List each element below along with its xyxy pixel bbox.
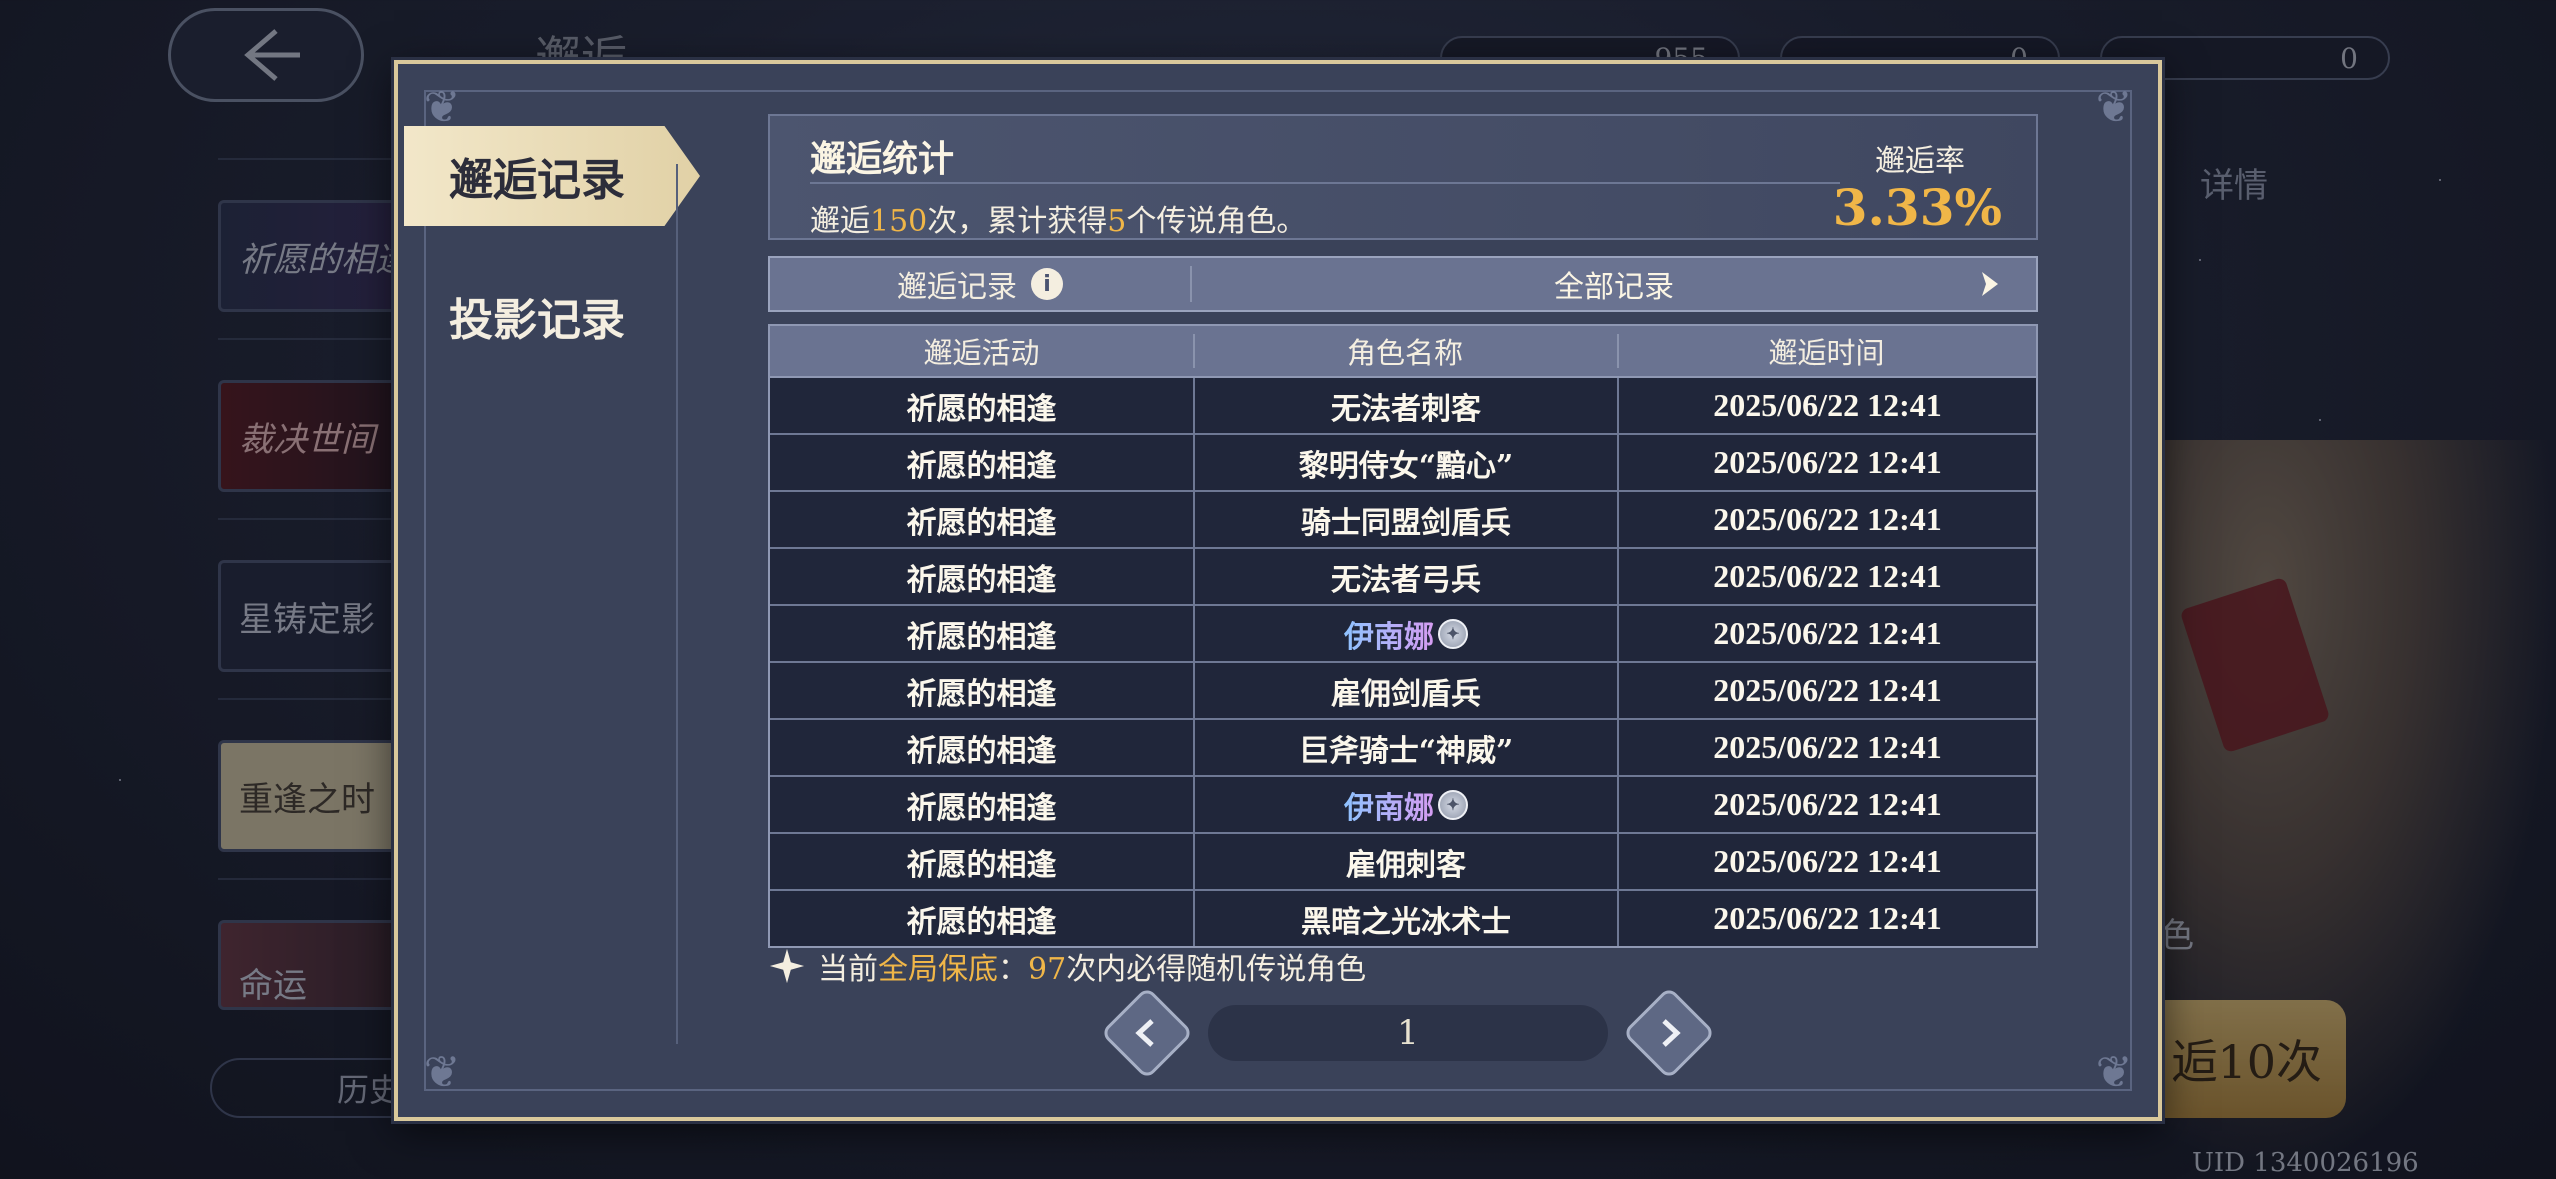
tab-label: 邂逅记录 <box>449 155 625 206</box>
cell-activity: 祈愿的相逢 <box>906 505 1057 541</box>
character-name: 巨斧骑士“神威” <box>1298 733 1514 769</box>
cell-name: 雇佣刺客 <box>1193 834 1617 889</box>
character-name: 黎明侍女“黯心” <box>1298 448 1514 484</box>
tab-encounter-records[interactable]: 邂逅记录 <box>404 126 700 226</box>
pity-prefix: 当前 <box>818 952 878 987</box>
stats-summary: 邂逅150次，累计获得5个传说角色。 <box>810 196 1306 240</box>
cell-time: 2025/06/22 12:41 <box>1617 777 2036 832</box>
pull-count: 150 <box>870 204 928 239</box>
table-row: 祈愿的相逢 巨斧骑士“神威” 2025/06/22 12:41 <box>770 720 2036 777</box>
cell-activity: 祈愿的相逢 <box>906 676 1057 712</box>
cell-name: 雇佣剑盾兵 <box>1193 663 1617 718</box>
records-table: 邂逅活动 角色名称 邂逅时间 祈愿的相逢 无法者刺客 2025/06/22 12:4… <box>768 324 2038 948</box>
pagination: 1 <box>1100 986 1716 1080</box>
cell-name: 伊南娜 ✦ <box>1193 777 1617 832</box>
records-dialog: ❦ ❦ ❦ ❦ 邂逅记录 投影记录 邂逅统计 邂逅150次，累计获得5个传说角色… <box>394 60 2162 1121</box>
cell-time: 2025/06/22 12:41 <box>1617 549 2036 604</box>
column-header-activity: 邂逅活动 <box>923 336 1040 370</box>
corner-ornament-icon: ❦ <box>2095 1047 2133 1098</box>
summary-prefix: 邂逅 <box>810 204 870 239</box>
cell-time: 2025/06/22 12:41 <box>1617 834 2036 889</box>
tab-label: 投影记录 <box>449 295 625 346</box>
column-header-time: 邂逅时间 <box>1617 326 2036 376</box>
table-row: 祈愿的相逢 伊南娜 ✦ 2025/06/22 12:41 <box>770 606 2036 663</box>
summary-mid: 次，累计获得 <box>927 204 1108 239</box>
filter-bar: 邂逅记录 i 全部记录 <box>768 256 2038 312</box>
rate-value: 3.33% <box>1832 178 2002 237</box>
chevron-left-icon <box>1135 1019 1154 1047</box>
table-row: 祈愿的相逢 无法者弓兵 2025/06/22 12:41 <box>770 549 2036 606</box>
table-body: 祈愿的相逢 无法者刺客 2025/06/22 12:41 祈愿的相逢 黎明侍女“黯心” 2… <box>770 378 2036 946</box>
column-header-name: 角色名称 <box>1193 326 1617 376</box>
cell-time: 2025/06/22 12:41 <box>1617 606 2036 661</box>
corner-ornament-icon: ❦ <box>2095 82 2133 133</box>
legend-count: 5 <box>1107 204 1127 239</box>
table-row: 祈愿的相逢 黎明侍女“黯心” 2025/06/22 12:41 <box>770 435 2036 492</box>
character-name: 无法者刺客 <box>1331 391 1481 427</box>
cell-name: 无法者刺客 <box>1193 378 1617 433</box>
table-row: 祈愿的相逢 雇佣剑盾兵 2025/06/22 12:41 <box>770 663 2036 720</box>
left-nav: 邂逅记录 投影记录 <box>398 64 700 1117</box>
cell-activity: 祈愿的相逢 <box>906 619 1057 655</box>
character-name: 骑士同盟剑盾兵 <box>1301 505 1511 541</box>
table-row: 祈愿的相逢 雇佣刺客 2025/06/22 12:41 <box>770 834 2036 891</box>
rate-label: 邂逅率 <box>1875 144 1965 179</box>
legend-badge-icon: ✦ <box>1438 789 1468 820</box>
stats-title: 邂逅统计 <box>810 138 955 180</box>
pity-notice: 当前全局保底：97次内必得随机传说角色 <box>768 944 1366 988</box>
cell-time: 2025/06/22 12:41 <box>1617 378 2036 433</box>
cell-activity: 祈愿的相逢 <box>906 391 1057 427</box>
cell-name: 黑暗之光冰术士 <box>1193 891 1617 946</box>
cell-activity: 祈愿的相逢 <box>906 448 1057 484</box>
cell-activity: 祈愿的相逢 <box>906 904 1057 940</box>
prev-page-button[interactable] <box>1100 986 1194 1080</box>
pity-colon: ： <box>998 952 1028 987</box>
character-name: 雇佣刺客 <box>1346 847 1466 883</box>
character-name: 无法者弓兵 <box>1331 562 1481 598</box>
pity-highlight: 全局保底 <box>878 952 998 987</box>
stats-card: 邂逅统计 邂逅150次，累计获得5个传说角色。 邂逅率 3.33% <box>768 114 2038 240</box>
legend-badge-icon: ✦ <box>1438 618 1468 649</box>
cell-time: 2025/06/22 12:41 <box>1617 435 2036 490</box>
table-row: 祈愿的相逢 无法者刺客 2025/06/22 12:41 <box>770 378 2036 435</box>
character-name: 雇佣剑盾兵 <box>1331 676 1481 712</box>
table-row: 祈愿的相逢 伊南娜 ✦ 2025/06/22 12:41 <box>770 777 2036 834</box>
sparkle-icon <box>769 948 805 984</box>
character-name: 伊南娜 <box>1344 783 1434 827</box>
chevron-right-icon <box>1982 272 1998 296</box>
cell-time: 2025/06/22 12:41 <box>1617 891 2036 946</box>
cell-time: 2025/06/22 12:41 <box>1617 720 2036 775</box>
character-name: 黑暗之光冰术士 <box>1301 904 1511 940</box>
tab-projection-records[interactable]: 投影记录 <box>404 266 700 366</box>
character-name: 伊南娜 <box>1344 612 1434 656</box>
cell-name: 黎明侍女“黯心” <box>1193 435 1617 490</box>
filter-label-group: 邂逅记录 i <box>770 266 1192 305</box>
table-row: 祈愿的相逢 骑士同盟剑盾兵 2025/06/22 12:41 <box>770 492 2036 549</box>
cell-name: 骑士同盟剑盾兵 <box>1193 492 1617 547</box>
record-filter-dropdown[interactable]: 全部记录 <box>1192 258 2036 310</box>
next-page-button[interactable] <box>1622 986 1716 1080</box>
summary-suffix: 个传说角色。 <box>1126 204 1307 239</box>
filter-label: 邂逅记录 <box>897 270 1017 305</box>
divider <box>810 182 1840 184</box>
cell-activity: 祈愿的相逢 <box>906 790 1057 826</box>
page-number: 1 <box>1208 1005 1608 1061</box>
cell-time: 2025/06/22 12:41 <box>1617 492 2036 547</box>
table-row: 祈愿的相逢 黑暗之光冰术士 2025/06/22 12:41 <box>770 891 2036 946</box>
cell-activity: 祈愿的相逢 <box>906 733 1057 769</box>
cell-time: 2025/06/22 12:41 <box>1617 663 2036 718</box>
info-icon[interactable]: i <box>1031 268 1063 300</box>
cell-name: 无法者弓兵 <box>1193 549 1617 604</box>
nav-divider <box>676 164 678 1044</box>
cell-name: 巨斧骑士“神威” <box>1193 720 1617 775</box>
chevron-right-icon <box>1662 1019 1681 1047</box>
filter-value: 全部记录 <box>1554 270 1674 305</box>
cell-activity: 祈愿的相逢 <box>906 847 1057 883</box>
table-header: 邂逅活动 角色名称 邂逅时间 <box>770 326 2036 378</box>
pity-count: 97 <box>1028 952 1067 987</box>
cell-activity: 祈愿的相逢 <box>906 562 1057 598</box>
cell-name: 伊南娜 ✦ <box>1193 606 1617 661</box>
pity-suffix: 次内必得随机传说角色 <box>1066 952 1367 987</box>
